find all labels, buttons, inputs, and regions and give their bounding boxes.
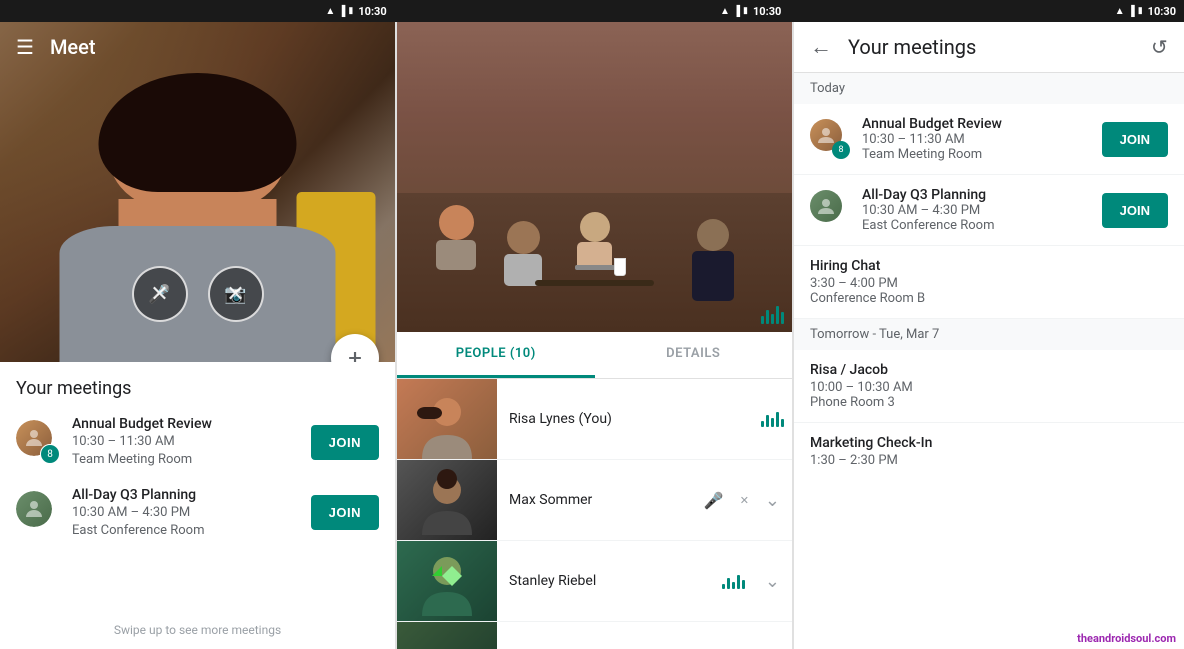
wifi-icon-1: ▲ [325,6,335,17]
person-name-max: Max Sommer [509,492,692,508]
video-preview-left: ☰ Meet 🎤 ✕ 📷 ✕ + [0,22,395,362]
join-button-2[interactable]: JOIN [311,495,379,530]
right-meeting-room-q3: East Conference Room [862,218,1090,233]
tab-people[interactable]: PEOPLE (10) [397,332,595,378]
tabs-bar: PEOPLE (10) DETAILS [397,332,792,379]
meeting-avatar-1: 8 [16,420,60,464]
person-thumbnail-boardroom [397,622,497,649]
mute-audio-button[interactable]: 🎤 ✕ [132,266,188,322]
right-meeting-time-budget: 10:30 – 11:30 AM [862,132,1090,147]
meeting-info-1: Annual Budget Review 10:30 – 11:30 AM Te… [72,415,299,470]
signal-icon-3: ▐ [1128,6,1135,17]
meeting-time-2: 10:30 AM – 4:30 PM [72,504,299,522]
mute-video-button[interactable]: 📷 ✕ [208,266,264,322]
person-name-stanley: Stanley Riebel [509,573,710,589]
right-meeting-room-risa-jacob: Phone Room 3 [810,395,1168,410]
meeting-title-1: Annual Budget Review [72,415,299,433]
right-meeting-time-risa-jacob: 10:00 – 10:30 AM [810,380,1168,395]
signal-icon-2: ▐ [733,6,740,17]
person-thumbnail-stanley [397,541,497,621]
people-list: Risa Lynes (You) [397,379,792,649]
audio-bars-stanley [722,573,753,589]
video-controls: 🎤 ✕ 📷 ✕ [132,266,264,322]
right-avatar-budget: 8 [810,119,850,159]
today-section-header: Today [794,73,1184,104]
right-meeting-room-budget: Team Meeting Room [862,147,1090,162]
right-meeting-time-marketing: 1:30 – 2:30 PM [810,453,1168,468]
join-button-1[interactable]: JOIN [311,425,379,460]
right-meeting-time-q3: 10:30 AM – 4:30 PM [862,203,1090,218]
battery-icon-1: ▮ [348,6,353,16]
right-meeting-item-hiring: Hiring Chat 3:30 – 4:00 PM Conference Ro… [794,246,1184,319]
right-meeting-title-budget: Annual Budget Review [862,116,1090,132]
right-meeting-room-hiring: Conference Room B [810,291,1168,306]
hamburger-icon[interactable]: ☰ [16,35,34,59]
right-meeting-item-q3: All-Day Q3 Planning 10:30 AM – 4:30 PM E… [794,175,1184,246]
meeting-room-1: Team Meeting Room [72,451,299,469]
chevron-stanley[interactable]: ⌄ [765,571,792,592]
meeting-info-2: All-Day Q3 Planning 10:30 AM – 4:30 PM E… [72,486,299,541]
right-join-button-q3[interactable]: JOIN [1102,193,1168,228]
wifi-icon-3: ▲ [1115,6,1125,17]
video-header: ☰ Meet [0,22,395,72]
person-thumbnail-risa [397,379,497,459]
person-row-max: Max Sommer 🎤 ✕ ⌄ [397,460,792,541]
mic-off-icon-max: 🎤 [704,491,728,510]
back-button[interactable]: ← [810,34,832,60]
swipe-hint: Swipe up to see more meetings [0,615,395,649]
tab-details[interactable]: DETAILS [595,332,793,378]
app-title: Meet [50,35,96,59]
meeting-title-2: All-Day Q3 Planning [72,486,299,504]
meeting-time-1: 10:30 – 11:30 AM [72,433,299,451]
chevron-max[interactable]: ⌄ [765,490,792,511]
battery-icon-3: ▮ [1138,6,1143,16]
right-meeting-title-marketing: Marketing Check-In [810,435,1168,451]
right-meeting-item-budget: 8 Annual Budget Review 10:30 – 11:30 AM … [794,104,1184,175]
status-time-3: 10:30 [1148,5,1176,18]
right-meeting-title-risa-jacob: Risa / Jacob [810,362,1168,378]
person-row-risa: Risa Lynes (You) [397,379,792,460]
right-meeting-item-risa-jacob: Risa / Jacob 10:00 – 10:30 AM Phone Room… [794,350,1184,423]
person-thumbnail-max [397,460,497,540]
meetings-section-title: Your meetings [16,378,379,399]
meeting-avatar-2 [16,491,60,535]
person-row-boardroom: Board Room ⌄ [397,622,792,649]
status-time-1: 10:30 [358,5,386,18]
right-meeting-item-marketing: Marketing Check-In 1:30 – 2:30 PM [794,423,1184,480]
tomorrow-section-header: Tomorrow - Tue, Mar 7 [794,319,1184,350]
panel-title: Your meetings [848,35,1135,59]
right-meeting-info-budget: Annual Budget Review 10:30 – 11:30 AM Te… [862,116,1090,162]
right-avatar-q3 [810,190,850,230]
right-meeting-info-q3: All-Day Q3 Planning 10:30 AM – 4:30 PM E… [862,187,1090,233]
wifi-icon-2: ▲ [720,6,730,17]
meeting-room-2: East Conference Room [72,522,299,540]
audio-bars-risa [761,411,792,427]
battery-icon-2: ▮ [743,6,748,16]
avatar-count-1: 8 [40,444,60,464]
right-meeting-title-hiring: Hiring Chat [810,258,1168,274]
audio-indicator-group [761,304,784,324]
signal-icon-1: ▐ [338,6,345,17]
right-meeting-title-q3: All-Day Q3 Planning [862,187,1090,203]
person-row-stanley: Stanley Riebel ⌄ [397,541,792,622]
status-time-2: 10:30 [753,5,781,18]
group-video [397,22,792,332]
right-join-button-budget[interactable]: JOIN [1102,122,1168,157]
right-avatar-badge-budget: 8 [832,141,850,159]
panel-right-header: ← Your meetings ↻ [794,22,1184,73]
meetings-list-panel: Your meetings 8 Annual Bud [0,362,395,615]
person-name-risa: Risa Lynes (You) [509,411,749,427]
watermark: theandroidsoul.com [1077,632,1176,645]
refresh-button[interactable]: ↻ [1151,35,1168,59]
right-meeting-time-hiring: 3:30 – 4:00 PM [810,276,1168,291]
meeting-item-2: All-Day Q3 Planning 10:30 AM – 4:30 PM E… [16,486,379,541]
mic-slash-max: ✕ [740,494,753,507]
meeting-item-1: 8 Annual Budget Review 10:30 – 11:30 AM … [16,415,379,470]
